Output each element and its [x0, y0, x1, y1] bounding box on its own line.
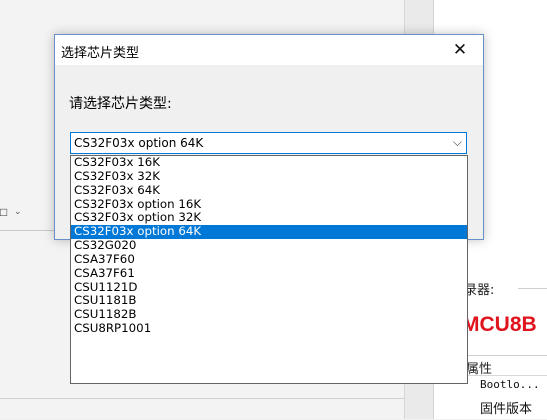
close-button[interactable]: ✕: [437, 35, 483, 65]
dropdown-option[interactable]: CS32F03x option 16K: [71, 198, 467, 212]
dropdown-option[interactable]: CSU1182B: [71, 308, 467, 322]
chip-type-dropdown-list[interactable]: CS32F03x 16K CS32F03x 32K CS32F03x 64K C…: [70, 155, 468, 384]
device-title: MCU8B: [462, 313, 537, 336]
divider: [0, 398, 404, 399]
dropdown-option-selected[interactable]: CS32F03x option 64K: [71, 225, 467, 240]
dropdown-option[interactable]: CSA37F61: [71, 267, 467, 281]
dropdown-option[interactable]: CS32F03x 32K: [71, 170, 467, 184]
dropdown-option[interactable]: CS32F03x 64K: [71, 184, 467, 198]
chip-type-prompt: 请选择芯片类型:: [69, 96, 172, 112]
divider: [462, 375, 547, 376]
dialog-titlebar[interactable]: 选择芯片类型 ✕: [55, 35, 483, 65]
programmer-label: 录器:: [464, 283, 495, 298]
property-bootloader: Bootlo...: [480, 378, 540, 391]
dropdown-option[interactable]: CSU1181B: [71, 294, 467, 308]
chip-type-select[interactable]: CS32F03x option 64K ⌵: [70, 132, 467, 154]
dropdown-option[interactable]: CSA37F60: [71, 253, 467, 267]
dialog-title: 选择芯片类型: [61, 46, 140, 61]
chevron-down-icon[interactable]: ⌄: [14, 206, 22, 217]
chip-type-selected-value: CS32F03x option 64K: [74, 136, 204, 150]
dropdown-option[interactable]: CS32F03x option 32K: [71, 211, 467, 225]
divider: [0, 230, 60, 231]
dropdown-option[interactable]: CSU8RP1001: [71, 322, 467, 336]
property-firmware-version: 固件版本: [480, 402, 533, 417]
dropdown-option[interactable]: CSU1121D: [71, 281, 467, 295]
chevron-down-icon[interactable]: ⌵: [453, 135, 462, 150]
toolbar-box-icon[interactable]: □: [0, 205, 12, 219]
dropdown-option[interactable]: CS32G020: [71, 239, 467, 253]
divider: [518, 288, 547, 289]
close-icon: ✕: [452, 40, 468, 59]
dropdown-option[interactable]: CS32F03x 16K: [71, 156, 467, 170]
